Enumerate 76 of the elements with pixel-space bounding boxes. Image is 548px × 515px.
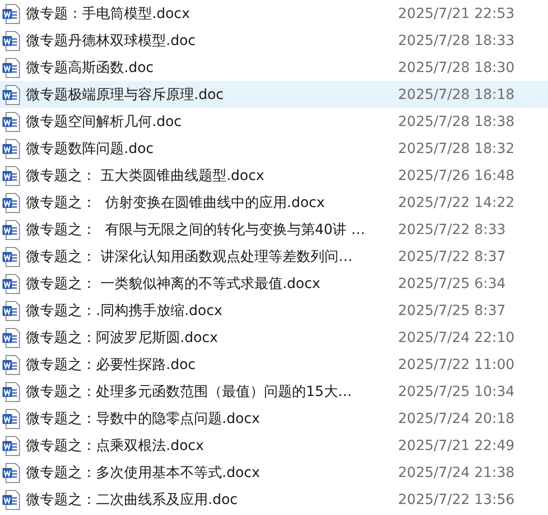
- word-document-icon: [2, 220, 20, 240]
- file-name: 微专题之： 仿射变换在圆锥曲线中的应用.docx: [26, 194, 326, 212]
- file-name: 微专题之：二次曲线系及应用.doc: [26, 490, 239, 508]
- word-document-icon: [2, 166, 20, 186]
- modified-date: 2025/7/22 13:56: [398, 492, 515, 508]
- file-row[interactable]: 微专题之：导数中的隐零点问题.docx 2025/7/24 20:18: [0, 405, 548, 432]
- file-row[interactable]: 微专题之： 讲深化认知用函数观点处理等差数列问… 2025/7/22 8:37: [0, 243, 548, 270]
- file-row[interactable]: 微专题之： 有限与无限之间的转化与变换与第40讲 … 2025/7/22 8:33: [0, 216, 548, 243]
- word-document-icon: [2, 192, 20, 212]
- file-name: 微专题高斯函数.doc: [26, 58, 155, 76]
- file-row[interactable]: 微专题之：阿波罗尼斯圆.docx 2025/7/24 22:10: [0, 324, 548, 351]
- modified-date: 2025/7/22 11:00: [398, 356, 515, 372]
- file-row[interactable]: 微专题：手电筒模型.docx 2025/7/21 22:53: [0, 0, 548, 27]
- modified-date: 2025/7/21 22:49: [398, 438, 515, 454]
- file-row[interactable]: 微专题之：.同构携手放缩.docx 2025/7/25 8:37: [0, 297, 548, 324]
- modified-date: 2025/7/21 22:53: [398, 6, 515, 22]
- file-name: 微专题之：必要性探路.doc: [26, 356, 197, 374]
- file-row[interactable]: 微专题之： 五大类圆锥曲线题型.docx 2025/7/26 16:48: [0, 162, 548, 189]
- word-document-icon: [2, 328, 20, 348]
- file-name: 微专题之： 一类貌似神离的不等式求最值.docx: [26, 274, 322, 292]
- file-name: 微专题之：阿波罗尼斯圆.docx: [26, 328, 219, 346]
- word-document-icon: [2, 300, 20, 320]
- word-document-icon: [2, 436, 20, 456]
- file-name: 微专题之：多次使用基本不等式.docx: [26, 464, 261, 482]
- word-document-icon: [2, 138, 20, 158]
- file-row[interactable]: 微专题之：点乘双根法.docx 2025/7/21 22:49: [0, 432, 548, 459]
- modified-date: 2025/7/24 22:10: [398, 330, 515, 346]
- word-document-icon: [2, 84, 20, 104]
- file-row[interactable]: 微专题之： 仿射变换在圆锥曲线中的应用.docx 2025/7/22 14:22: [0, 189, 548, 216]
- word-document-icon: [2, 354, 20, 374]
- modified-date: 2025/7/28 18:33: [398, 32, 515, 48]
- modified-date: 2025/7/28 18:32: [398, 140, 515, 156]
- file-name: 微专题之： 有限与无限之间的转化与变换与第40讲 …: [26, 220, 366, 238]
- modified-date: 2025/7/22 8:33: [398, 222, 506, 238]
- modified-date: 2025/7/28 18:30: [398, 60, 515, 76]
- modified-date: 2025/7/25 6:34: [398, 276, 506, 292]
- word-document-icon: [2, 4, 20, 24]
- file-row[interactable]: 微专题数阵问题.doc 2025/7/28 18:32: [0, 135, 548, 162]
- file-row[interactable]: 微专题丹德林双球模型.doc 2025/7/28 18:33: [0, 27, 548, 54]
- file-row[interactable]: 微专题之：必要性探路.doc 2025/7/22 11:00: [0, 351, 548, 378]
- file-name: 微专题之： 讲深化认知用函数观点处理等差数列问…: [26, 248, 354, 266]
- file-name: 微专题之：处理多元函数范围（最值）问题的15大…: [26, 382, 353, 400]
- modified-date: 2025/7/25 10:34: [398, 384, 515, 400]
- file-name: 微专题之：.同构携手放缩.docx: [26, 302, 224, 320]
- modified-date: 2025/7/26 16:48: [398, 168, 515, 184]
- word-document-icon: [2, 30, 20, 50]
- modified-date: 2025/7/22 14:22: [398, 194, 515, 210]
- file-row[interactable]: 微专题高斯函数.doc 2025/7/28 18:30: [0, 54, 548, 81]
- modified-date: 2025/7/24 21:38: [398, 464, 515, 480]
- word-document-icon: [2, 490, 20, 510]
- file-name: 微专题极端原理与容斥原理.doc: [26, 86, 225, 104]
- file-name: 微专题空间解析几何.doc: [26, 112, 183, 130]
- file-row[interactable]: 微专题之：处理多元函数范围（最值）问题的15大… 2025/7/25 10:34: [0, 378, 548, 405]
- file-name: 微专题之：导数中的隐零点问题.docx: [26, 410, 261, 428]
- word-document-icon: [2, 382, 20, 402]
- word-document-icon: [2, 112, 20, 132]
- modified-date: 2025/7/28 18:38: [398, 114, 515, 130]
- word-document-icon: [2, 246, 20, 266]
- word-document-icon: [2, 462, 20, 482]
- modified-date: 2025/7/22 8:37: [398, 248, 506, 264]
- word-document-icon: [2, 274, 20, 294]
- word-document-icon: [2, 58, 20, 78]
- file-name: 微专题丹德林双球模型.doc: [26, 32, 197, 50]
- modified-date: 2025/7/25 8:37: [398, 302, 506, 318]
- file-row[interactable]: 微专题之：二次曲线系及应用.doc 2025/7/22 13:56: [0, 486, 548, 513]
- file-name: 微专题之： 五大类圆锥曲线题型.docx: [26, 166, 266, 184]
- file-name: 微专题之：点乘双根法.docx: [26, 436, 205, 454]
- word-document-icon: [2, 408, 20, 428]
- file-row[interactable]: 微专题之：多次使用基本不等式.docx 2025/7/24 21:38: [0, 459, 548, 486]
- file-row[interactable]: 微专题之： 一类貌似神离的不等式求最值.docx 2025/7/25 6:34: [0, 270, 548, 297]
- file-name: 微专题：手电筒模型.docx: [26, 4, 191, 22]
- file-row[interactable]: 微专题空间解析几何.doc 2025/7/28 18:38: [0, 108, 548, 135]
- modified-date: 2025/7/24 20:18: [398, 410, 515, 426]
- file-row[interactable]: 微专题极端原理与容斥原理.doc 2025/7/28 18:18: [0, 81, 548, 108]
- modified-date: 2025/7/28 18:18: [398, 86, 515, 102]
- file-name: 微专题数阵问题.doc: [26, 140, 155, 158]
